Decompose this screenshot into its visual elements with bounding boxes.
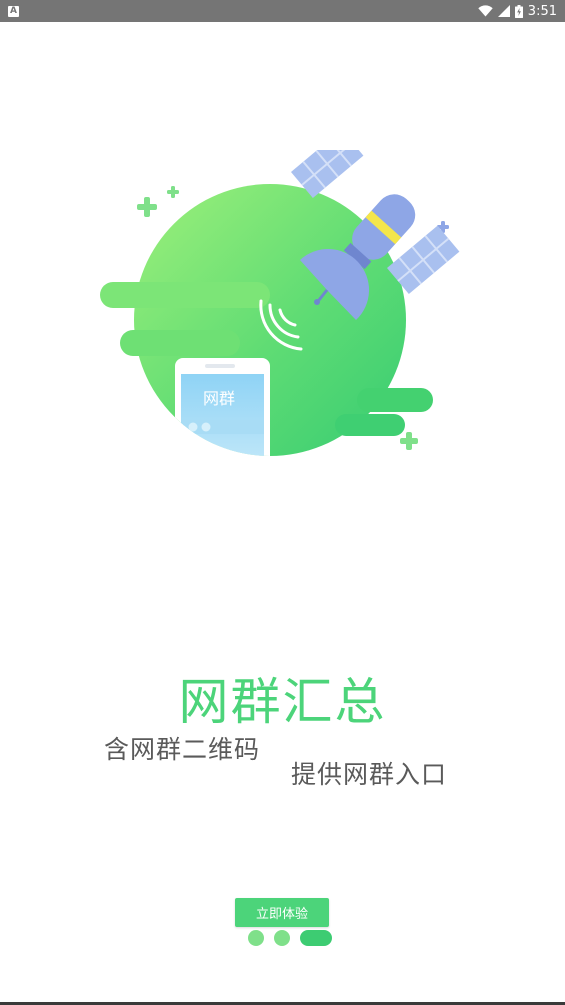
status-right: 3:51 — [478, 4, 557, 19]
onboarding-screen: 网群 网群汇总 含网群二维码 提供网群入口 立即体验 — [0, 22, 565, 1005]
signal-icon — [497, 5, 510, 17]
page-dot-1[interactable] — [248, 930, 264, 946]
satellite-illustration: 网群 — [100, 150, 460, 456]
try-now-button[interactable]: 立即体验 — [235, 898, 329, 927]
status-bar: A 3:51 — [0, 0, 565, 22]
battery-charging-icon — [514, 4, 523, 18]
page-dot-2[interactable] — [274, 930, 290, 946]
page-indicator — [248, 930, 332, 946]
page-dot-3-active[interactable] — [300, 930, 332, 946]
status-time: 3:51 — [527, 3, 557, 19]
status-left: A — [8, 5, 19, 17]
wifi-icon — [478, 5, 493, 17]
svg-text:网群: 网群 — [203, 389, 235, 408]
phone-graphic: 网群 — [175, 358, 270, 456]
subtitle-entry: 提供网群入口 — [291, 760, 448, 789]
subtitle-qr-code: 含网群二维码 — [104, 735, 261, 764]
page-title: 网群汇总 — [178, 673, 387, 731]
notification-icon: A — [8, 5, 19, 17]
